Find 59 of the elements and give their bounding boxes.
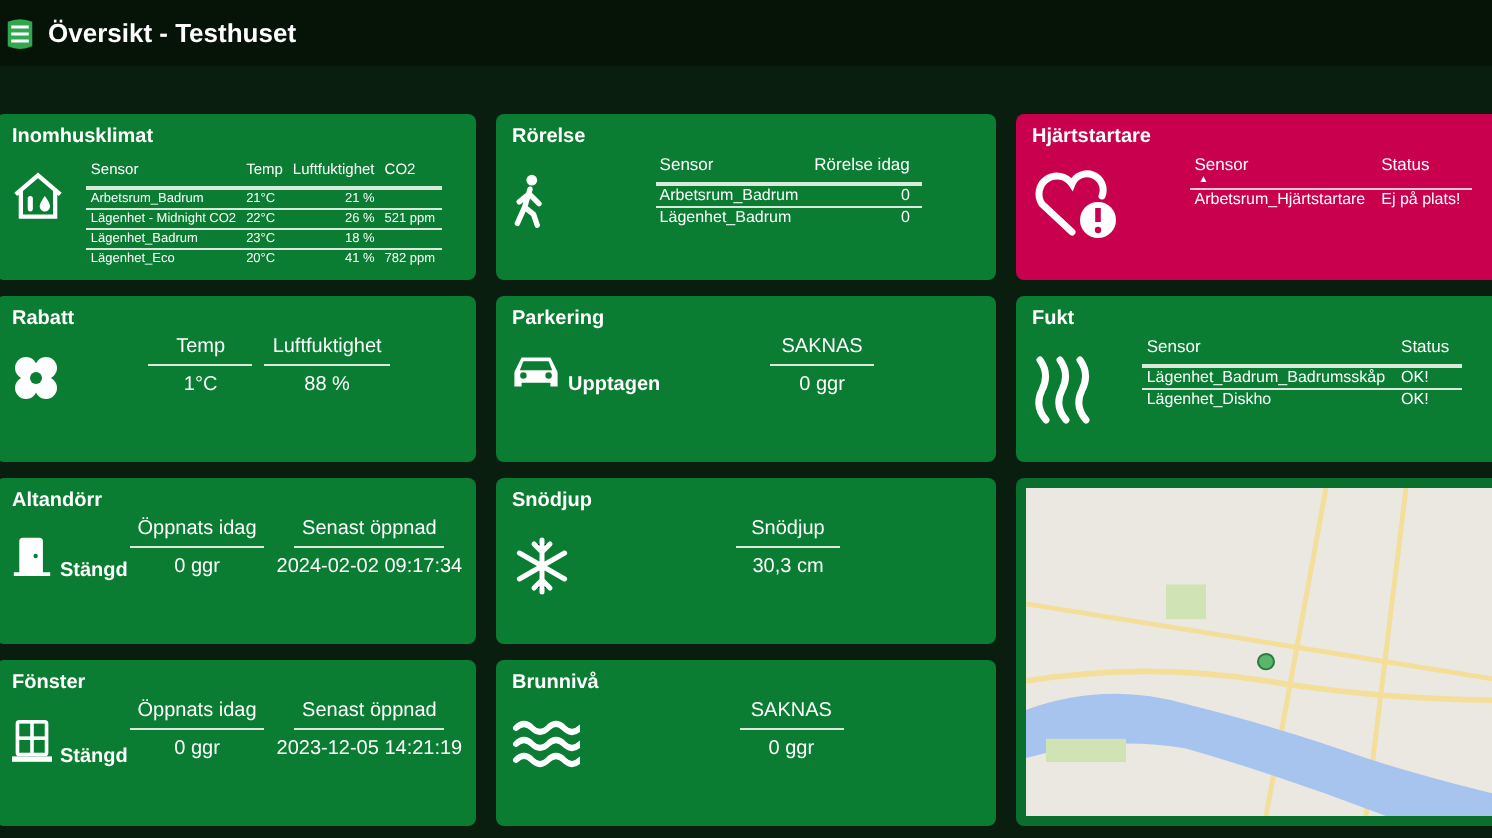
value-reading: 0 ggr bbox=[768, 736, 815, 760]
water-waves-icon bbox=[512, 718, 580, 770]
value-label: SAKNAS bbox=[770, 336, 875, 366]
value-label: Öppnats idag bbox=[129, 700, 265, 730]
value-label: Luftfuktighet bbox=[264, 336, 390, 366]
card-title: Inomhusklimat bbox=[12, 126, 154, 148]
table-cell: OK! bbox=[1401, 368, 1429, 386]
value-reading: 0 ggr bbox=[174, 554, 220, 578]
column-header: Sensor bbox=[659, 154, 714, 174]
value-label: SAKNAS bbox=[739, 700, 844, 730]
door-icon bbox=[12, 536, 52, 576]
table-cell: Ej på plats! bbox=[1381, 190, 1461, 208]
column-header: Sensor bbox=[1194, 154, 1249, 174]
value-label: Senast öppnad bbox=[294, 700, 445, 730]
card-title: Snödjup bbox=[512, 490, 592, 512]
column-header: Status bbox=[1381, 154, 1430, 174]
logo-icon bbox=[6, 17, 34, 49]
window-icon bbox=[12, 718, 52, 762]
card-title: Rörelse bbox=[512, 126, 586, 148]
flower-icon bbox=[12, 354, 60, 402]
snowflake-icon bbox=[512, 536, 572, 596]
card-title: Fukt bbox=[1032, 308, 1075, 330]
card-title: Brunnivå bbox=[512, 672, 599, 694]
column-header: Status bbox=[1401, 336, 1450, 356]
column-header: Sensor bbox=[1146, 336, 1201, 356]
heart-warning-icon bbox=[1032, 168, 1120, 240]
table-cell: Lägenhet_Badrum bbox=[659, 208, 792, 226]
house-icon bbox=[12, 172, 64, 220]
car-icon bbox=[512, 354, 560, 390]
card-title: Fönster bbox=[12, 672, 86, 694]
value-label: Temp bbox=[148, 336, 253, 366]
table-cell: 0 bbox=[900, 208, 910, 226]
page-title: Översikt - Testhuset bbox=[48, 18, 297, 48]
value-reading: 0 ggr bbox=[799, 372, 845, 396]
value-reading: 1°C bbox=[183, 372, 218, 396]
column-header: Rörelse idag bbox=[814, 154, 910, 174]
card-title: Hjärtstartare bbox=[1032, 126, 1151, 148]
card-title: Parkering bbox=[512, 308, 605, 330]
value-reading: 30,3 cm bbox=[752, 554, 824, 578]
status-label: Upptagen bbox=[568, 374, 661, 396]
card-title: Rabatt bbox=[12, 308, 75, 330]
value-reading: 88 % bbox=[304, 372, 350, 396]
value-reading: 2023-12-05 14:21:19 bbox=[276, 736, 463, 760]
value-label: Snödjup bbox=[736, 518, 840, 548]
status-label: Stängd bbox=[60, 746, 128, 768]
table-cell: Lägenhet_Badrum_Badrumsskåp bbox=[1146, 368, 1386, 386]
table-cell: Arbetsrum_Badrum bbox=[659, 186, 799, 204]
table-cell: Lägenhet_Diskho bbox=[1146, 390, 1272, 408]
value-reading: 2024-02-02 09:17:34 bbox=[276, 554, 463, 578]
table-cell: OK! bbox=[1401, 390, 1429, 408]
table-cell: 0 bbox=[900, 186, 910, 204]
card-title: Altandörr bbox=[12, 490, 102, 512]
status-label: Stängd bbox=[60, 560, 128, 582]
value-label: Öppnats idag bbox=[129, 518, 265, 548]
heat-waves-icon bbox=[1032, 354, 1092, 426]
walking-person-icon bbox=[512, 172, 548, 228]
value-reading: 0 ggr bbox=[174, 736, 220, 760]
value-label: Senast öppnad bbox=[294, 518, 445, 548]
table-cell: Arbetsrum_Hjärtstartare bbox=[1194, 190, 1366, 208]
